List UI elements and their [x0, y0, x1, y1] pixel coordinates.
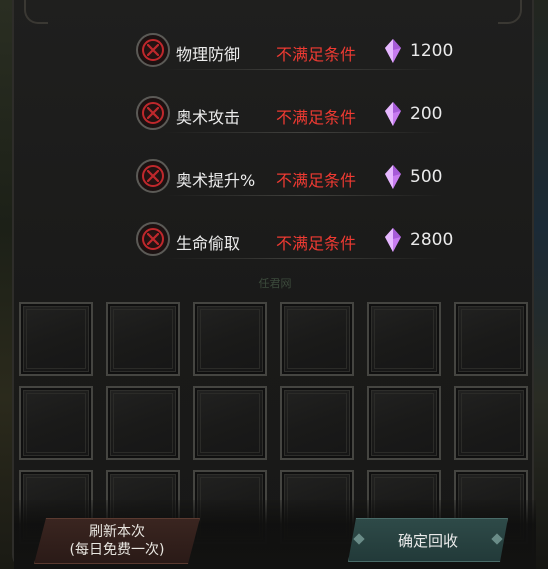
red-x-circle-icon: [136, 96, 170, 130]
purple-crystal-icon: [384, 227, 402, 257]
panel-corner-right: [498, 0, 522, 24]
item-slot[interactable]: [106, 386, 180, 460]
item-slot[interactable]: [19, 386, 93, 460]
requirement-row-physical-defense: 物理防御 不满足条件 1200: [134, 32, 464, 72]
requirement-row-life-steal: 生命偷取 不满足条件 2800: [134, 221, 464, 261]
refresh-button-sublabel: (每日免费一次): [69, 542, 165, 558]
requirement-name: 生命偷取: [176, 234, 241, 253]
requirement-row-arcane-attack: 奥术攻击 不满足条件 200: [134, 95, 464, 135]
red-x-circle-icon: [136, 222, 170, 256]
purple-crystal-icon: [384, 101, 402, 131]
red-x-circle-icon: [136, 33, 170, 67]
panel-corner-left: [24, 0, 48, 24]
watermark-text: 任君网: [258, 277, 292, 290]
item-slot[interactable]: [367, 386, 441, 460]
purple-crystal-icon: [384, 38, 402, 68]
requirement-status: 不满足条件: [276, 234, 357, 253]
item-slot[interactable]: [454, 302, 528, 376]
item-slot[interactable]: [193, 386, 267, 460]
requirement-status: 不满足条件: [276, 45, 357, 64]
item-slot[interactable]: [106, 302, 180, 376]
purple-crystal-icon: [384, 164, 402, 194]
diamond-ornament-icon: [353, 533, 364, 544]
refresh-button[interactable]: 刷新本次 (每日免费一次): [34, 518, 200, 564]
requirement-name: 奥术攻击: [176, 108, 241, 127]
diamond-ornament-icon: [491, 533, 502, 544]
item-slot[interactable]: [280, 386, 354, 460]
recycle-panel: 物理防御 不满足条件 1200 奥术攻击 不满足条件 200 奥术提升% 不满足…: [12, 0, 536, 569]
red-x-circle-icon: [136, 159, 170, 193]
requirement-row-arcane-boost: 奥术提升% 不满足条件 500: [134, 158, 464, 198]
item-slot[interactable]: [280, 302, 354, 376]
refresh-button-label: 刷新本次: [89, 524, 145, 540]
requirement-status: 不满足条件: [276, 108, 357, 127]
requirement-cost: 500: [410, 167, 443, 187]
requirement-cost: 200: [410, 104, 443, 124]
confirm-recycle-button[interactable]: 确定回收: [348, 518, 508, 562]
item-slot[interactable]: [454, 386, 528, 460]
requirement-status: 不满足条件: [276, 171, 357, 190]
item-slot[interactable]: [193, 302, 267, 376]
requirement-name: 奥术提升%: [176, 171, 256, 190]
requirement-name: 物理防御: [176, 45, 241, 64]
confirm-button-label: 确定回收: [397, 532, 458, 550]
item-slot[interactable]: [19, 302, 93, 376]
requirement-cost: 1200: [410, 41, 454, 61]
requirement-cost: 2800: [410, 230, 454, 250]
item-slot[interactable]: [367, 302, 441, 376]
